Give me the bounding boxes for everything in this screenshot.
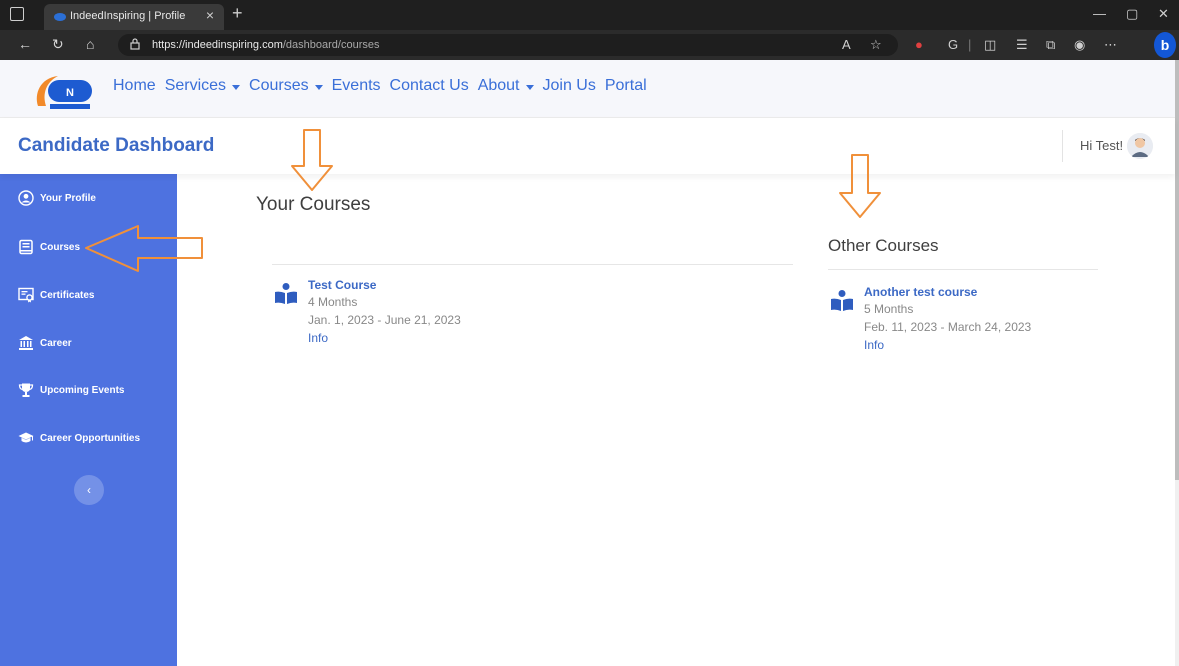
url-text: https://indeedinspiring.com/dashboard/co…	[152, 39, 379, 51]
nav-links: Home Services Courses Events Contact Us About…	[113, 77, 647, 95]
arrow-down-annotation-your-courses	[291, 129, 333, 191]
read-aloud-icon[interactable]: A	[842, 37, 851, 52]
split-screen-icon[interactable]: ◫	[984, 37, 996, 53]
other-courses-title: Other Courses	[828, 236, 939, 255]
nav-link-label: Events	[331, 77, 381, 94]
avatar[interactable]	[1127, 133, 1153, 159]
refresh-icon[interactable]: ↻	[52, 36, 64, 53]
url-field[interactable]: https://indeedinspiring.com/dashboard/co…	[118, 34, 898, 56]
tab-title: IndeedInspiring | Profile	[70, 10, 186, 22]
sidebar-collapse-button[interactable]: ‹	[74, 475, 104, 505]
sidebar-item-career[interactable]: Career	[18, 333, 72, 353]
browser-address-bar: ← ↻ ⌂ https://indeedinspiring.com/dashbo…	[0, 30, 1179, 60]
nav-link-about[interactable]: About	[478, 77, 534, 95]
course-name-link[interactable]: Another test course	[864, 285, 977, 299]
sidebar-item-label: Career	[40, 337, 72, 349]
sidebar-item-label: Career Opportunities	[40, 432, 141, 444]
sidebar-item-label: Courses	[40, 241, 81, 253]
nav-link-label: Home	[113, 77, 156, 94]
dashboard-header: Candidate Dashboard Hi Test!	[0, 118, 1175, 174]
course-duration: 4 Months	[308, 295, 358, 309]
browser-tab[interactable]: IndeedInspiring | Profile ×	[44, 4, 224, 30]
page-scrollbar[interactable]	[1175, 60, 1179, 666]
extension-icon[interactable]: ●	[915, 37, 923, 52]
nav-link-home[interactable]: Home	[113, 77, 156, 95]
url-path: /dashboard/courses	[282, 39, 380, 51]
close-window-icon[interactable]: ✕	[1158, 6, 1169, 22]
sidebar-item-label: Certificates	[40, 289, 95, 301]
collections-icon[interactable]: ⧉	[1046, 37, 1055, 53]
nav-link-label: Join Us	[542, 77, 596, 94]
arrow-down-annotation-other-courses	[839, 154, 881, 218]
graduation-cap-icon	[18, 432, 34, 443]
nav-link-label: About	[477, 77, 520, 94]
reader-icon	[831, 290, 853, 311]
sidebar-item-certificates[interactable]: Certificates	[18, 285, 94, 305]
more-menu-icon[interactable]: ⋯	[1104, 37, 1117, 53]
trophy-icon	[18, 383, 34, 397]
nav-link-label: Services	[164, 77, 227, 94]
sidebar-item-your-profile[interactable]: Your Profile	[18, 188, 96, 208]
nav-link-events[interactable]: Events	[332, 77, 381, 95]
svg-text:N: N	[66, 87, 74, 99]
nav-link-label: Contact Us	[389, 77, 469, 94]
sidebar-item-courses[interactable]: Courses	[18, 237, 80, 257]
course-info-link[interactable]: Info	[308, 331, 328, 345]
arrow-left-annotation-courses	[85, 225, 203, 272]
profile-icon[interactable]: ◉	[1074, 37, 1085, 53]
book-icon	[19, 239, 33, 255]
sidebar-item-career-opportunities[interactable]: Career Opportunities	[18, 428, 140, 448]
sidebar-item-upcoming-events[interactable]: Upcoming Events	[18, 380, 124, 400]
sidebar-item-label: Your Profile	[40, 192, 96, 204]
favorite-star-icon[interactable]: ☆	[870, 37, 882, 53]
caret-down-icon	[232, 84, 241, 90]
reader-icon	[275, 283, 297, 304]
minimize-icon[interactable]: —	[1093, 6, 1106, 21]
favorites-icon[interactable]: ☰	[1016, 37, 1028, 53]
site-favicon-icon	[54, 13, 66, 21]
course-name-link[interactable]: Test Course	[308, 278, 376, 292]
restore-icon[interactable]: ▢	[1126, 6, 1138, 22]
other-courses-divider	[828, 269, 1098, 270]
your-courses-title: Your Courses	[256, 194, 371, 215]
certificate-icon	[18, 287, 34, 303]
site-navbar: N Home Services Courses Events Contact Us Abo…	[0, 60, 1175, 118]
tab-actions-icon[interactable]	[10, 7, 24, 21]
course-dates: Feb. 11, 2023 - March 24, 2023	[864, 320, 1032, 334]
nav-link-portal[interactable]: Portal	[605, 77, 647, 95]
home-icon[interactable]: ⌂	[86, 36, 94, 52]
header-divider	[1062, 130, 1063, 162]
nav-link-label: Courses	[249, 77, 309, 94]
nav-link-join-us[interactable]: Join Us	[543, 77, 596, 95]
url-host: https://indeedinspiring.com	[152, 39, 283, 51]
your-courses-divider	[272, 264, 793, 265]
caret-down-icon	[314, 84, 323, 90]
lock-icon	[130, 38, 140, 50]
nav-link-courses[interactable]: Courses	[249, 77, 323, 95]
new-tab-button[interactable]: +	[232, 3, 243, 24]
scrollbar-thumb[interactable]	[1175, 60, 1179, 480]
course-dates: Jan. 1, 2023 - June 21, 2023	[308, 313, 461, 327]
bank-icon	[19, 336, 33, 350]
page-title: Candidate Dashboard	[18, 135, 215, 156]
toolbar-separator: |	[968, 37, 972, 52]
course-duration: 5 Months	[864, 302, 914, 316]
user-circle-icon	[18, 190, 34, 206]
sidebar-item-label: Upcoming Events	[40, 384, 125, 396]
nav-link-label: Portal	[604, 77, 647, 94]
course-info-link[interactable]: Info	[864, 338, 884, 352]
caret-down-icon	[525, 84, 534, 90]
tab-close-icon[interactable]: ×	[206, 7, 214, 23]
user-greeting: Hi Test!	[1080, 138, 1124, 153]
extension-g-icon[interactable]: G	[948, 37, 958, 52]
browser-tab-bar: IndeedInspiring | Profile × + — ▢ ✕	[0, 0, 1179, 30]
nav-link-contact-us[interactable]: Contact Us	[390, 77, 469, 95]
nav-link-services[interactable]: Services	[164, 77, 241, 95]
back-icon[interactable]: ←	[18, 36, 32, 52]
copilot-icon[interactable]: b	[1154, 32, 1176, 58]
indeed-inspiring-logo[interactable]: N	[32, 72, 98, 114]
